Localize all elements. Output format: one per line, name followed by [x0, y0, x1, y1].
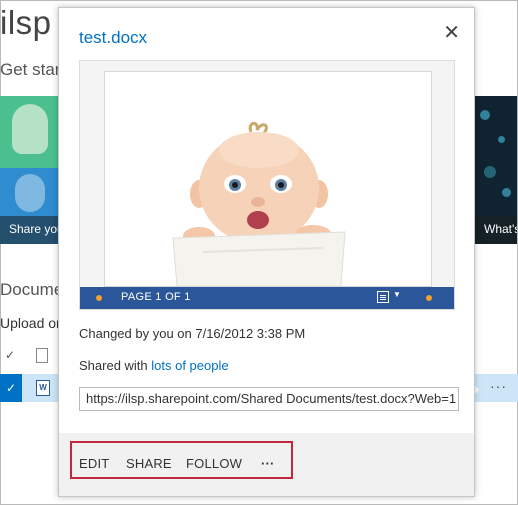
share-button[interactable]: SHARE	[126, 456, 172, 471]
word-document-icon: W	[36, 380, 50, 396]
baby-image-icon	[172, 122, 346, 287]
whats-new-tile[interactable]: What's	[474, 96, 517, 244]
next-page-dot[interactable]	[426, 295, 432, 301]
shared-people-link[interactable]: lots of people	[151, 358, 228, 373]
bokeh-dot	[484, 166, 496, 178]
document-preview[interactable]: PAGE 1 OF 1 ▼	[79, 60, 455, 310]
view-options-icon[interactable]	[377, 291, 389, 303]
close-icon[interactable]: ✕	[443, 20, 460, 45]
tile-caption: What's	[474, 216, 517, 244]
shared-with-text: Shared with lots of people	[79, 358, 229, 373]
chevron-down-icon[interactable]: ▼	[393, 290, 401, 299]
more-actions-button[interactable]: ···	[261, 456, 275, 471]
follow-button[interactable]: FOLLOW	[186, 456, 242, 471]
tile-caption-text: Share your site.	[9, 222, 58, 236]
bokeh-dot	[502, 188, 511, 197]
preview-page	[104, 71, 432, 287]
bokeh-dot	[498, 136, 505, 143]
file-icon	[36, 348, 48, 363]
tile-caption: Share your site.	[0, 216, 58, 244]
checkmark-icon[interactable]: ✓	[5, 348, 15, 362]
row-more-button[interactable]: ···	[490, 378, 507, 394]
share-site-tile[interactable]: Share your site.	[0, 96, 58, 244]
row-select-checkbox[interactable]: ✓	[0, 374, 22, 402]
callout-title[interactable]: test.docx	[79, 28, 147, 48]
document-callout: test.docx ✕ PAGE 1 OF 1 ▼ Changed by you…	[58, 7, 475, 497]
changed-by-text: Changed by you on 7/16/2012 3:38 PM	[79, 326, 306, 341]
shared-with-label: Shared with	[79, 358, 152, 373]
bokeh-dot	[480, 110, 490, 120]
baby-photo	[163, 120, 353, 287]
document-url-field[interactable]: https://ilsp.sharepoint.com/Shared Docum…	[79, 387, 459, 411]
edit-button[interactable]: EDIT	[79, 456, 109, 471]
tile-caption-text: What's	[484, 222, 517, 236]
person-silhouette-icon	[12, 104, 48, 154]
page-indicator: PAGE 1 OF 1	[121, 291, 191, 303]
previous-page-dot[interactable]	[96, 295, 102, 301]
preview-toolbar: PAGE 1 OF 1 ▼	[80, 287, 454, 309]
person-silhouette-icon	[15, 174, 45, 212]
